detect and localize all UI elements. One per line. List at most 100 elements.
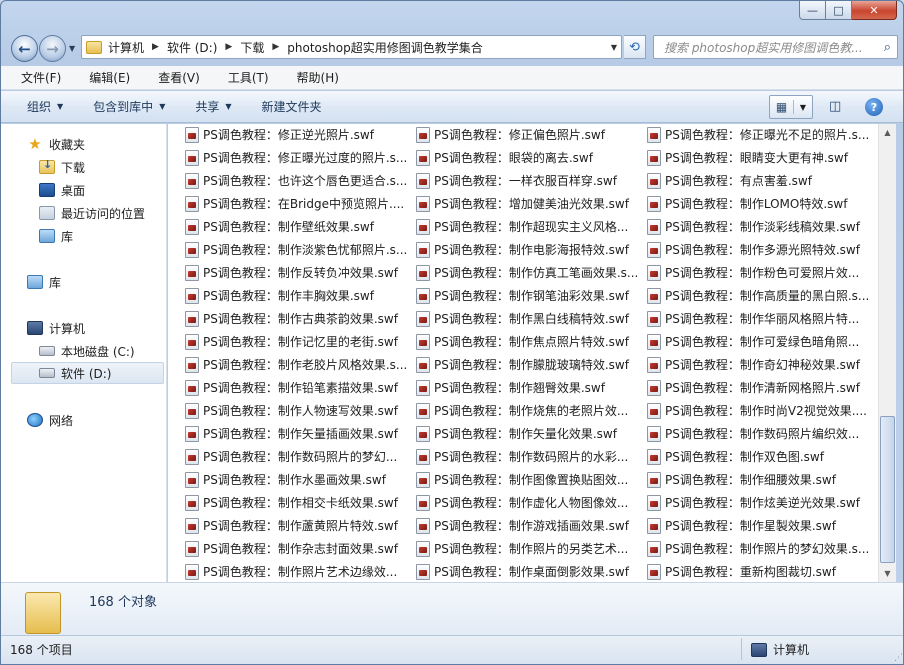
file-item[interactable]: PS调色教程：制作虚化人物图像效... [416,491,638,514]
menu-file[interactable]: 文件(F) [21,69,61,86]
file-item[interactable]: PS调色教程：制作老胶片风格效果.s... [185,353,407,376]
file-item[interactable]: PS调色教程：修正曝光过度的照片.s... [185,146,407,169]
file-item[interactable]: PS调色教程：制作古典茶韵效果.swf [185,307,407,330]
file-item[interactable]: PS调色教程：修正曝光不足的照片.s... [647,124,869,146]
file-item[interactable]: PS调色教程：制作多源光照特效.swf [647,238,869,261]
breadcrumb-computer[interactable]: 计算机 [108,39,144,56]
file-item[interactable]: PS调色教程：制作钢笔油彩效果.swf [416,284,638,307]
breadcrumb-drive-d[interactable]: 软件 (D:) [167,39,217,56]
file-item[interactable]: PS调色教程：制作翘臀效果.swf [416,376,638,399]
file-item[interactable]: PS调色教程：制作记忆里的老街.swf [185,330,407,353]
file-item[interactable]: PS调色教程：制作照片的梦幻效果.s... [647,537,869,560]
sidebar-item-local-disk-c[interactable]: 本地磁盘 (C:) [39,340,135,362]
file-item[interactable]: PS调色教程：制作反转负冲效果.swf [185,261,407,284]
file-item[interactable]: PS调色教程：制作矢量化效果.swf [416,422,638,445]
file-item[interactable]: PS调色教程：一样衣服百样穿.swf [416,169,638,192]
file-item[interactable]: PS调色教程：制作电影海报特效.swf [416,238,638,261]
file-item[interactable]: PS调色教程：制作粉色可爱照片效... [647,261,869,284]
file-item[interactable]: PS调色教程：修正逆光照片.swf [185,124,407,146]
back-button[interactable]: ← [11,35,38,62]
file-item[interactable]: PS调色教程：制作仿真工笔画效果.s... [416,261,638,284]
file-item[interactable]: PS调色教程：制作数码照片的梦幻... [185,445,407,468]
menu-help[interactable]: 帮助(H) [297,69,339,86]
chevron-down-icon[interactable]: ▼ [794,103,812,112]
search-icon[interactable]: ⌕ [884,40,891,55]
close-button[interactable]: ✕ [852,1,897,20]
scroll-up-icon[interactable]: ▲ [879,124,896,141]
file-item[interactable]: PS调色教程：制作游戏插画效果.swf [416,514,638,537]
file-item[interactable]: PS调色教程：制作朦胧玻璃特效.swf [416,353,638,376]
file-item[interactable]: PS调色教程：制作桌面倒影效果.swf [416,560,638,582]
refresh-button[interactable]: ⟲ [624,35,646,59]
menu-tools[interactable]: 工具(T) [228,69,269,86]
maximize-button[interactable]: □ [826,1,852,20]
file-item[interactable]: PS调色教程：制作时尚V2视觉效果.... [647,399,869,422]
file-item[interactable]: PS调色教程：制作图像置换贴图效... [416,468,638,491]
sidebar-item-recent-places[interactable]: 最近访问的位置 [39,202,145,224]
file-item[interactable]: PS调色教程：制作奇幻神秘效果.swf [647,353,869,376]
file-item[interactable]: PS调色教程：制作丰胸效果.swf [185,284,407,307]
file-item[interactable]: PS调色教程：制作壁纸效果.swf [185,215,407,238]
file-item[interactable]: PS调色教程：也许这个唇色更适合.s... [185,169,407,192]
organize-button[interactable]: 组织 ▼ [27,98,63,115]
file-item[interactable]: PS调色教程：制作清新网格照片.swf [647,376,869,399]
file-item[interactable]: PS调色教程：制作矢量插画效果.swf [185,422,407,445]
file-item[interactable]: PS调色教程：制作星製效果.swf [647,514,869,537]
minimize-button[interactable]: — [799,1,826,20]
scrollbar-thumb[interactable] [880,416,895,563]
menu-view[interactable]: 查看(V) [158,69,200,86]
recent-pages-dropdown[interactable]: ▼ [69,44,75,53]
file-item[interactable]: PS调色教程：制作烧焦的老照片效... [416,399,638,422]
file-item[interactable]: PS调色教程：制作双色图.swf [647,445,869,468]
include-in-library-button[interactable]: 包含到库中 ▼ [93,98,165,115]
file-item[interactable]: PS调色教程：制作蘆黄照片特效.swf [185,514,407,537]
sidebar-item-software-d[interactable]: 软件 (D:) [11,362,164,384]
file-item[interactable]: PS调色教程：制作高质量的黑白照.s... [647,284,869,307]
file-item[interactable]: PS调色教程：眼袋的离去.swf [416,146,638,169]
file-item[interactable]: PS调色教程：在Bridge中预览照片.... [185,192,407,215]
file-item[interactable]: PS调色教程：制作可爱绿色暗角照... [647,330,869,353]
sidebar-item-desktop[interactable]: 桌面 [39,179,85,201]
file-item[interactable]: PS调色教程：制作数码照片编织效... [647,422,869,445]
file-item[interactable]: PS调色教程：制作水墨画效果.swf [185,468,407,491]
share-button[interactable]: 共享 ▼ [195,98,231,115]
file-item[interactable]: PS调色教程：修正偏色照片.swf [416,124,638,146]
forward-button[interactable]: → [39,35,66,62]
file-item[interactable]: PS调色教程：有点害羞.swf [647,169,869,192]
address-bar[interactable]: 计算机 ▶ 软件 (D:) ▶ 下载 ▶ photoshop超实用修图调色教学集… [81,35,622,59]
chevron-right-icon[interactable]: ▶ [225,42,232,52]
file-item[interactable]: PS调色教程：制作人物速写效果.swf [185,399,407,422]
file-item[interactable]: PS调色教程：制作淡紫色忧郁照片.s... [185,238,407,261]
change-view-button[interactable]: ▦ ▼ [769,95,813,119]
sidebar-item-network[interactable]: 网络 [27,409,73,431]
file-item[interactable]: PS调色教程：制作数码照片的水彩... [416,445,638,468]
view-grid-icon[interactable]: ▦ [770,100,794,114]
file-item[interactable]: PS调色教程：制作铅笔素描效果.swf [185,376,407,399]
help-icon[interactable]: ? [865,98,883,116]
new-folder-button[interactable]: 新建文件夹 [262,98,322,115]
breadcrumb-current-folder[interactable]: photoshop超实用修图调色教学集合 [287,39,482,56]
sidebar-item-downloads[interactable]: 下载 [39,156,85,178]
file-item[interactable]: PS调色教程：制作相交卡纸效果.swf [185,491,407,514]
file-item[interactable]: PS调色教程：制作炫美逆光效果.swf [647,491,869,514]
menu-edit[interactable]: 编辑(E) [89,69,130,86]
file-item[interactable]: PS调色教程：制作LOMO特效.swf [647,192,869,215]
search-input[interactable]: 搜索 photoshop超实用修图调色教... ⌕ [653,35,898,59]
preview-pane-icon[interactable]: ◫ [829,99,841,114]
file-item[interactable]: PS调色教程：制作焦点照片特效.swf [416,330,638,353]
file-item[interactable]: PS调色教程：制作淡彩线稿效果.swf [647,215,869,238]
file-item[interactable]: PS调色教程：增加健美油光效果.swf [416,192,638,215]
file-item[interactable]: PS调色教程：重新构图裁切.swf [647,560,869,582]
breadcrumb-downloads[interactable]: 下载 [240,39,264,56]
file-item[interactable]: PS调色教程：眼睛变大更有神.swf [647,146,869,169]
file-item[interactable]: PS调色教程：制作照片艺术边缘效... [185,560,407,582]
sidebar-item-libraries[interactable]: 库 [27,271,61,293]
sidebar-item-favorites[interactable]: ★ 收藏夹 [27,133,85,155]
file-item[interactable]: PS调色教程：制作黑白线稿特效.swf [416,307,638,330]
file-item[interactable]: PS调色教程：制作华丽风格照片特... [647,307,869,330]
sidebar-item-computer[interactable]: 计算机 [27,317,85,339]
scroll-down-icon[interactable]: ▼ [879,565,896,582]
file-item[interactable]: PS调色教程：制作杂志封面效果.swf [185,537,407,560]
sidebar-item-libraries-favorite[interactable]: 库 [39,225,73,247]
file-item[interactable]: PS调色教程：制作细腰效果.swf [647,468,869,491]
